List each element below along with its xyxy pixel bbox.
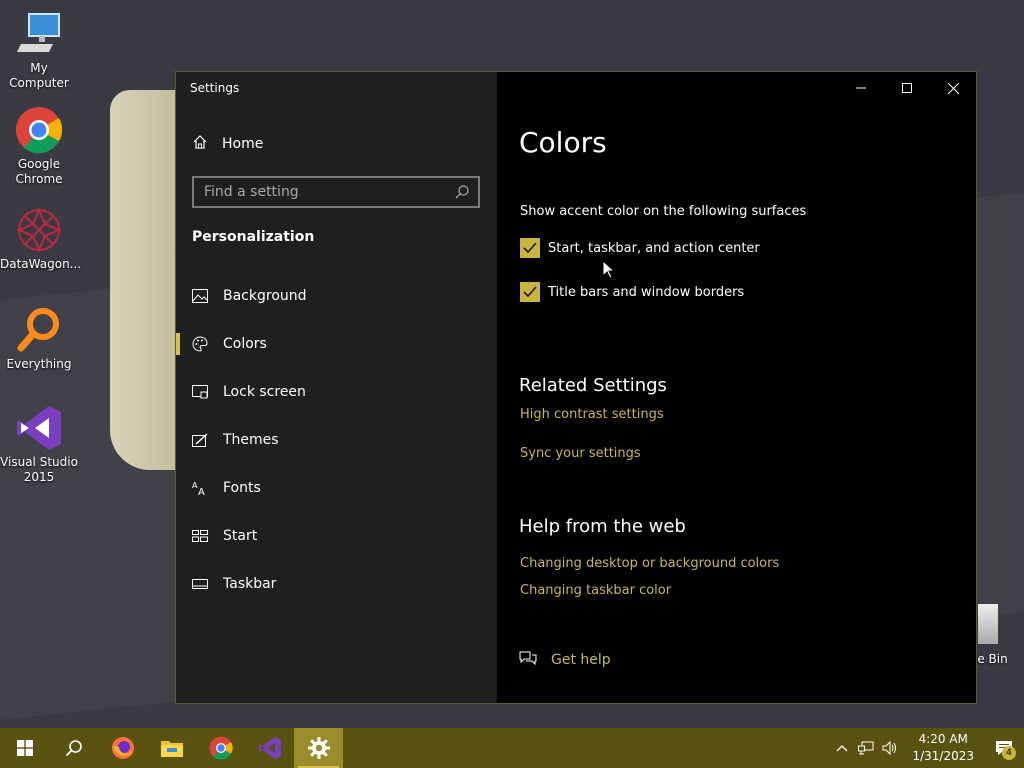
network-button[interactable] — [854, 728, 878, 768]
checkbox-start-taskbar[interactable]: Start, taskbar, and action center — [520, 238, 760, 258]
clock-date: 1/31/2023 — [912, 749, 974, 763]
nav-list: Background Colors Lock screen Themes A A… — [176, 272, 497, 608]
desktop-icon-visual-studio[interactable]: Visual Studio 2015 — [0, 404, 78, 485]
checkbox-checked-icon[interactable] — [520, 238, 540, 258]
sidebar-item-label: Taskbar — [223, 576, 277, 592]
link-sync-settings[interactable]: Sync your settings — [520, 446, 641, 461]
sidebar-item-colors[interactable]: Colors — [176, 320, 497, 368]
notification-count-badge: 4 — [1002, 746, 1016, 760]
fonts-icon: AA — [192, 480, 208, 496]
search-icon — [65, 740, 82, 757]
search-placeholder: Find a setting — [204, 184, 299, 200]
start-icon — [16, 740, 33, 756]
taskbar: 4:20 AM 1/31/2023 4 — [0, 728, 1024, 768]
visual-studio-icon — [15, 404, 63, 452]
chrome-icon — [209, 736, 233, 760]
checkbox-label: Title bars and window borders — [548, 284, 745, 300]
system-tray: 4:20 AM 1/31/2023 4 — [830, 728, 1024, 768]
taskbar-chrome[interactable] — [196, 728, 245, 768]
sidebar-item-label: Themes — [223, 432, 279, 448]
visual-studio-icon — [258, 737, 281, 759]
chrome-icon — [15, 106, 63, 154]
taskbar-firefox[interactable] — [98, 728, 147, 768]
checkbox-title-bars[interactable]: Title bars and window borders — [520, 282, 744, 302]
chevron-up-icon — [837, 745, 848, 752]
sidebar-item-taskbar[interactable]: Taskbar — [176, 560, 497, 608]
taskbar-search-button[interactable] — [49, 728, 98, 768]
sidebar-item-themes[interactable]: Themes — [176, 416, 497, 464]
section-title: Personalization — [192, 229, 315, 245]
link-high-contrast[interactable]: High contrast settings — [520, 407, 664, 422]
window-title: Settings — [190, 81, 240, 95]
sidebar-item-label: Start — [223, 528, 258, 544]
home-icon — [192, 134, 208, 154]
volume-button[interactable] — [878, 728, 902, 768]
clock-time: 4:20 AM — [918, 732, 968, 746]
file-explorer-icon — [160, 741, 183, 757]
link-changing-taskbar-color[interactable]: Changing taskbar color — [520, 583, 671, 598]
sidebar-item-label: Colors — [223, 336, 267, 352]
sidebar-item-label: Fonts — [223, 480, 261, 496]
palette-icon — [192, 336, 208, 352]
chat-help-icon — [519, 650, 537, 670]
taskbar-file-explorer[interactable] — [147, 728, 196, 768]
sidebar-item-lock-screen[interactable]: Lock screen — [176, 368, 497, 416]
sidebar-item-fonts[interactable]: AA Fonts — [176, 464, 497, 512]
lock-screen-icon — [192, 384, 208, 400]
settings-sidebar: Settings Home Find a setting Personaliza… — [176, 72, 497, 703]
accent-surfaces-label: Show accent color on the following surfa… — [520, 204, 807, 219]
themes-icon — [192, 432, 208, 448]
desktop-icon-recycle-bin[interactable]: le Bin — [974, 604, 1024, 666]
everything-search-icon — [15, 306, 63, 354]
page-title: Colors — [519, 126, 607, 159]
start-button[interactable] — [0, 728, 49, 768]
mouse-cursor-icon — [602, 259, 616, 283]
start-layout-icon — [192, 528, 208, 544]
checkbox-checked-icon[interactable] — [520, 282, 540, 302]
show-hidden-icons-button[interactable] — [830, 728, 854, 768]
get-help-label: Get help — [551, 652, 611, 668]
action-center-button[interactable]: 4 — [984, 728, 1024, 768]
desktop-icon-datawagon[interactable]: DataWagon... — [0, 206, 81, 272]
picture-icon — [192, 288, 208, 304]
taskbar-visual-studio[interactable] — [245, 728, 294, 768]
checkbox-label: Start, taskbar, and action center — [548, 240, 760, 256]
search-icon[interactable] — [454, 184, 470, 204]
sidebar-item-background[interactable]: Background — [176, 272, 497, 320]
speaker-icon — [882, 741, 897, 755]
taskbar-icon — [192, 576, 208, 592]
desktop-icon-my-computer[interactable]: My Computer — [0, 10, 78, 91]
settings-window: Settings Home Find a setting Personaliza… — [175, 71, 977, 704]
search-input[interactable]: Find a setting — [192, 176, 480, 208]
sidebar-item-start[interactable]: Start — [176, 512, 497, 560]
help-from-web-title: Help from the web — [519, 516, 686, 537]
desktop-icon-everything[interactable]: Everything — [0, 306, 78, 372]
settings-gear-icon — [307, 737, 330, 759]
desktop-icon-google-chrome[interactable]: Google Chrome — [0, 106, 78, 187]
home-nav-item[interactable]: Home — [192, 134, 263, 154]
svg-text:A: A — [198, 487, 205, 496]
computer-icon — [15, 10, 63, 58]
sidebar-item-label: Lock screen — [223, 384, 306, 400]
recycle-bin-icon — [978, 604, 998, 644]
get-help-link[interactable]: Get help — [519, 650, 611, 670]
network-icon — [858, 741, 874, 755]
firefox-icon — [111, 737, 134, 759]
sidebar-item-label: Background — [223, 288, 307, 304]
taskbar-settings[interactable] — [294, 728, 343, 768]
clock[interactable]: 4:20 AM 1/31/2023 — [902, 731, 984, 765]
related-settings-title: Related Settings — [519, 375, 667, 396]
datawagon-icon — [15, 206, 63, 254]
link-changing-desktop-colors[interactable]: Changing desktop or background colors — [520, 556, 779, 571]
settings-content: Colors Show accent color on the followin… — [519, 72, 976, 703]
home-label: Home — [222, 136, 264, 152]
